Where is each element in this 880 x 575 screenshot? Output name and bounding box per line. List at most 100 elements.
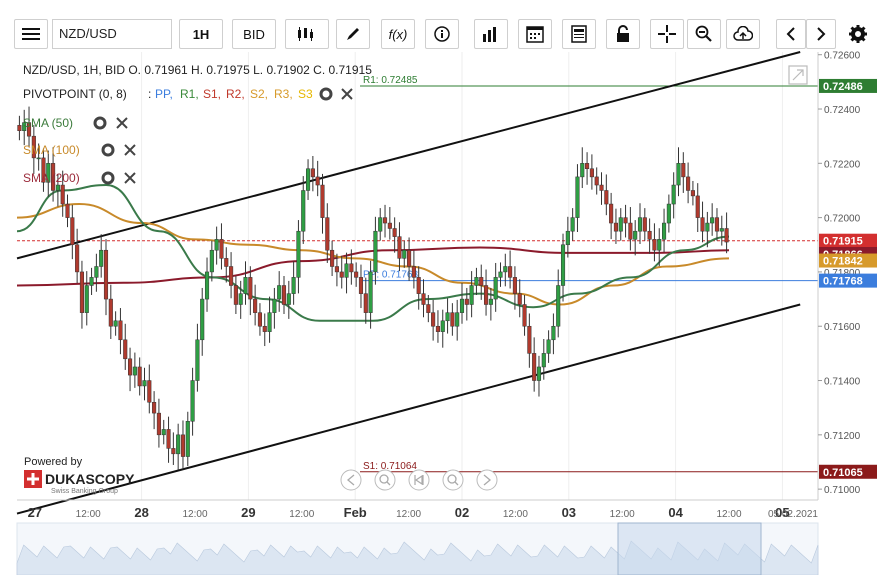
candle-body [277, 285, 282, 300]
candle-body [681, 163, 686, 178]
candle-body [459, 298, 465, 313]
x-tick-label: 04 [668, 505, 683, 520]
x-tick-label: 12:00 [396, 509, 421, 520]
candle-body [339, 271, 344, 278]
pivot-r2-label: R2, [226, 87, 245, 101]
x-tick-label: 12:00 [610, 509, 635, 520]
candle-body [17, 125, 22, 131]
candle-body [209, 249, 214, 273]
candle-body [214, 239, 219, 251]
pivot-r3-label: R3, [274, 87, 293, 101]
pivot-s2-label: S2, [250, 87, 268, 101]
candle-body [171, 448, 176, 455]
candle-body [676, 163, 681, 186]
candle-body [594, 176, 599, 186]
pivot-pp-label: PP, [155, 87, 173, 101]
candle-body [647, 230, 652, 240]
candle-body [609, 203, 614, 224]
zoom-out-icon[interactable] [374, 469, 396, 491]
scroll-right-icon[interactable] [476, 469, 498, 491]
candle-body [238, 293, 243, 305]
candle-body [710, 217, 715, 224]
candle-body [344, 263, 349, 278]
candle-body [286, 293, 291, 305]
scroll-left-icon[interactable] [340, 469, 362, 491]
candle-body [556, 285, 561, 327]
candle-body [560, 244, 566, 286]
candle-body [320, 184, 325, 218]
candle-body [310, 168, 315, 178]
candle-body [382, 217, 388, 224]
candle-body [637, 217, 643, 232]
candle-body [368, 271, 373, 313]
candle-body [613, 222, 618, 232]
pivot-separator: : [148, 87, 151, 101]
candle-body [257, 312, 262, 327]
candle-body [690, 190, 695, 197]
candle-body [488, 298, 493, 305]
candle-body [628, 222, 633, 240]
candle-body [89, 277, 94, 286]
candle-body [474, 277, 479, 286]
candle-body [445, 312, 450, 322]
candle-body [195, 339, 200, 381]
candle-body [267, 312, 272, 332]
x-tick-label: 12:00 [716, 509, 741, 520]
y-tick-label: 0.72200 [824, 159, 861, 170]
price-tag-label: 0.71842 [823, 256, 863, 268]
candle-body [455, 312, 460, 327]
candle-body [450, 312, 455, 327]
powered-by-text: Powered by [24, 456, 83, 468]
candle-body [469, 285, 474, 305]
candle-body [137, 366, 142, 387]
x-tick-label: 12:00 [76, 509, 101, 520]
price-chart[interactable]: R1: 0.72485PP: 0.71768S1: 0.71064 0.7260… [0, 0, 880, 575]
candle-body [75, 244, 80, 273]
x-tick-label: 03 [562, 505, 576, 520]
candle-body [589, 168, 594, 178]
candle-body [272, 298, 277, 313]
candle-body [536, 366, 542, 381]
candle-body [565, 230, 570, 246]
candle-body [84, 285, 89, 313]
candle-body [714, 217, 720, 232]
candle-body [700, 217, 705, 232]
candle-body [378, 217, 383, 232]
candle-body [498, 271, 503, 278]
x-tick-label: 28 [134, 505, 148, 520]
x-tick-label: 12:00 [503, 509, 528, 520]
candle-body [281, 285, 287, 305]
candle-body [642, 217, 647, 232]
navigator-strip[interactable] [16, 522, 819, 575]
zoom-in-icon[interactable] [442, 469, 464, 491]
reset-zoom-icon[interactable] [408, 469, 430, 491]
candle-body [426, 304, 431, 313]
candle-body [354, 271, 359, 278]
pivot-indicator-name: PIVOTPOINT (0, 8) [23, 87, 127, 101]
candle-body [330, 249, 335, 267]
candle-body [585, 163, 590, 170]
candle-body [633, 230, 638, 240]
candle-body [662, 222, 667, 240]
candle-body [435, 325, 440, 332]
candle-body [224, 258, 229, 267]
candle-body [132, 366, 137, 376]
candle-body [719, 228, 724, 232]
candle-body [493, 277, 498, 300]
pivot-r1-label: R1, [180, 87, 199, 101]
pivot-s1-label: S1, [203, 87, 221, 101]
candle-body [219, 239, 224, 259]
y-tick-label: 0.71400 [824, 377, 861, 388]
candle-body [325, 217, 330, 251]
candle-body [156, 412, 161, 436]
candle-body [70, 217, 75, 246]
candle-body [291, 277, 296, 294]
candle-body [484, 285, 489, 305]
x-tick-label: 12:00 [289, 509, 314, 520]
y-tick-label: 0.71000 [824, 485, 861, 496]
sma50-label: SMA (50) [23, 116, 73, 130]
price-tag-label: 0.71915 [823, 236, 863, 248]
candle-body [36, 157, 41, 160]
candle-body [546, 339, 551, 354]
candle-body [243, 277, 248, 294]
